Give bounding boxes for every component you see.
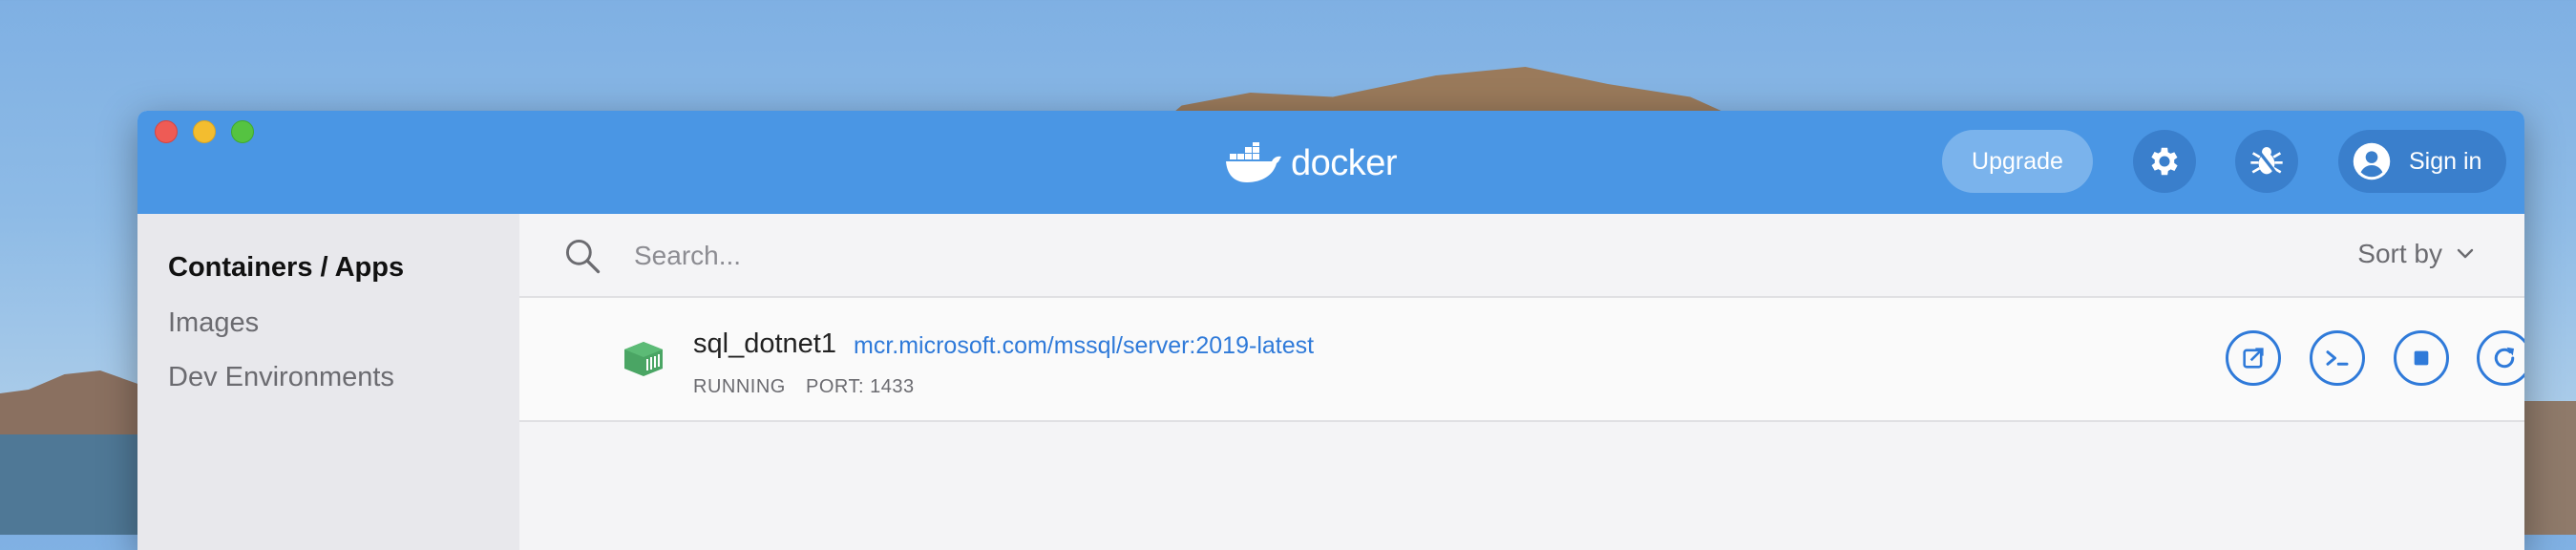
cli-button[interactable]	[2310, 330, 2365, 386]
minimize-window-button[interactable]	[193, 120, 216, 143]
sign-in-label: Sign in	[2409, 147, 2482, 175]
open-in-browser-button[interactable]	[2226, 330, 2281, 386]
settings-button[interactable]	[2133, 130, 2196, 193]
open-in-browser-icon	[2243, 348, 2264, 369]
user-avatar-icon	[2353, 142, 2391, 180]
sort-by-dropdown[interactable]: Sort by	[2357, 239, 2477, 269]
restart-icon	[2494, 347, 2515, 369]
chevron-down-icon	[2457, 248, 2474, 259]
sign-in-button[interactable]: Sign in	[2338, 130, 2506, 193]
cli-icon	[2326, 350, 2349, 366]
stop-button[interactable]	[2394, 330, 2449, 386]
main-content: Sort by sql_dotnet1 mcr.microsoft.com/ms…	[519, 214, 2524, 550]
container-row[interactable]: sql_dotnet1 mcr.microsoft.com/mssql/serv…	[519, 298, 2524, 422]
close-window-button[interactable]	[155, 120, 178, 143]
sort-by-label: Sort by	[2357, 239, 2442, 268]
desktop-cliff-left	[0, 370, 143, 439]
stop-icon	[2414, 350, 2429, 366]
container-status: RUNNING	[693, 376, 786, 397]
desktop-cliff-right	[2521, 401, 2576, 535]
search-input[interactable]	[632, 233, 1495, 279]
docker-whale-icon	[1226, 142, 1281, 182]
sidebar-item-dev-environments[interactable]: Dev Environments	[168, 362, 394, 393]
sidebar-item-containers-apps[interactable]: Containers / Apps	[168, 252, 404, 284]
sidebar-item-images[interactable]: Images	[168, 307, 259, 339]
upgrade-button[interactable]: Upgrade	[1942, 130, 2093, 193]
gear-icon	[2151, 147, 2178, 176]
restart-button[interactable]	[2477, 330, 2524, 386]
titlebar: docker Upgrade Sign in	[137, 111, 2524, 214]
docker-logo: docker	[1224, 139, 1398, 187]
container-port: PORT: 1433	[806, 376, 915, 397]
bug-icon	[2250, 145, 2283, 178]
search-icon	[565, 239, 601, 274]
container-image-link[interactable]: mcr.microsoft.com/mssql/server:2019-late…	[854, 332, 1314, 360]
desktop-sea	[0, 434, 143, 535]
sidebar: Containers / Apps Images Dev Environment…	[137, 214, 519, 550]
troubleshoot-button[interactable]	[2235, 130, 2298, 193]
search-bar: Sort by	[519, 214, 2524, 298]
container-name: sql_dotnet1	[693, 328, 836, 359]
docker-desktop-window: docker Upgrade Sign in Containers / Apps…	[137, 111, 2524, 550]
brand-name: docker	[1291, 142, 1398, 183]
maximize-window-button[interactable]	[231, 120, 254, 143]
running-container-icon	[624, 342, 663, 376]
